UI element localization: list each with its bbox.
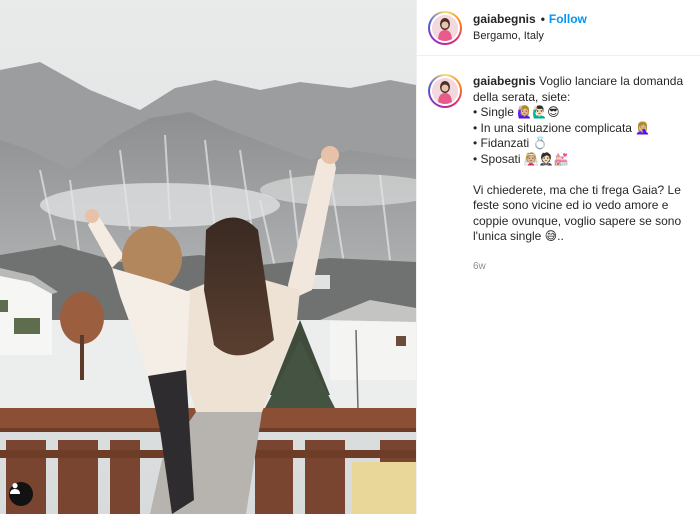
caption-avatar [432,78,458,104]
post-username[interactable]: gaiabegnis [473,12,536,27]
post-photo[interactable] [0,0,416,514]
caption-option: • Fidanzati 💍 [473,136,548,151]
follow-button[interactable]: Follow [549,12,587,27]
caption-option: • Sposati 👰🏼🤵🏻💒 [473,151,569,166]
caption-avatar-ring[interactable] [428,74,462,108]
caption-text: gaiabegnis Voglio lanciare la domanda de… [473,74,689,275]
avatar [432,14,458,41]
post-side-panel: gaiabegnis • Follow Bergamo, Italy gaiab… [416,0,700,514]
post-timestamp[interactable]: 6w [473,259,689,275]
caption-option: • In una situazione complicata 🤦🏼‍♀️ [473,120,651,135]
post-location[interactable]: Bergamo, Italy [473,30,587,44]
caption-username[interactable]: gaiabegnis [473,74,536,88]
user-tag-icon [10,483,20,494]
post-image [0,0,416,514]
caption-body: Vi chiederete, ma che ti frega Gaia? Le … [473,182,682,244]
separator-dot: • [540,11,545,26]
user-tag-button[interactable] [9,482,33,506]
avatar-story-ring[interactable] [428,10,462,45]
caption-block: gaiabegnis Voglio lanciare la domanda de… [417,56,700,275]
caption-option: • Single 🙋🏼‍♀️🙋🏻‍♂️😎 [473,105,560,120]
post-header: gaiabegnis • Follow Bergamo, Italy [417,0,700,56]
post-container: gaiabegnis • Follow Bergamo, Italy gaiab… [0,0,700,514]
